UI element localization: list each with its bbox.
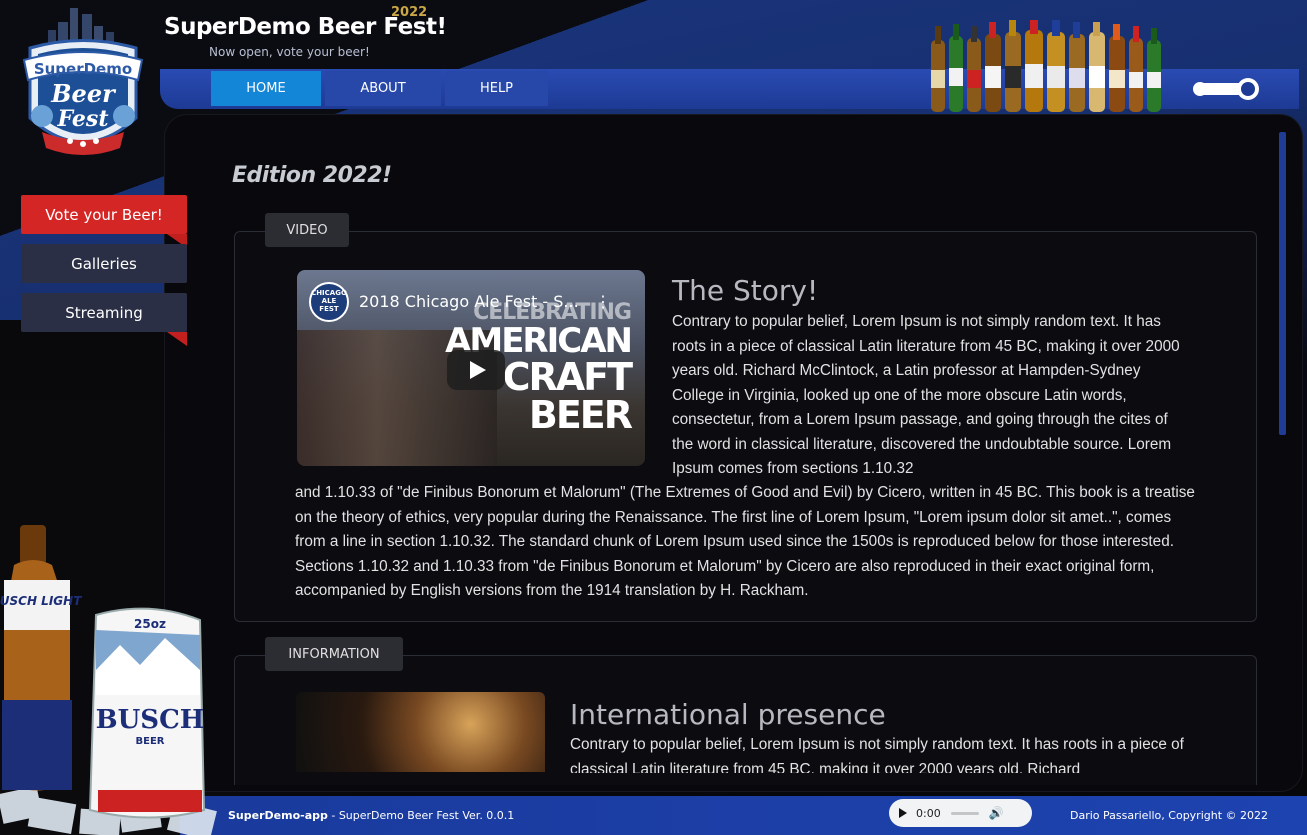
can-label: BUSCH: [96, 705, 205, 735]
more-vert-icon[interactable]: ⋮: [595, 292, 611, 312]
streaming-button[interactable]: Streaming: [21, 293, 187, 346]
overlay-line-4: BEER: [528, 393, 633, 437]
info-heading: International presence: [570, 698, 886, 731]
information-section-label: INFORMATION: [265, 637, 403, 671]
tab-about[interactable]: ABOUT: [325, 71, 441, 106]
vote-beer-button[interactable]: Vote your Beer!: [21, 195, 187, 248]
logo-text-3: Fest: [57, 106, 109, 132]
info-text: Contrary to popular belief, Lorem Ipsum …: [570, 736, 1184, 773]
beer-tap-image: [296, 692, 545, 772]
footer-app-info: SuperDemo-app - SuperDemo Beer Fest Ver.…: [228, 809, 514, 822]
video-section-label: VIDEO: [265, 213, 349, 247]
logo-graphic: SuperDemo Beer Fest: [22, 8, 144, 155]
video-player[interactable]: CELEBRATING AMERICAN CRAFT BEER CHICAGO …: [297, 270, 645, 466]
logo-text-1: SuperDemo: [34, 60, 132, 78]
footer-version: - SuperDemo Beer Fest Ver. 0.0.1: [327, 809, 515, 822]
content-scrollbar[interactable]: [1279, 132, 1286, 435]
audio-player[interactable]: 0:00 🔊: [889, 799, 1032, 827]
galleries-button[interactable]: Galleries: [21, 244, 187, 283]
bottle-label: BUSCH LIGHT: [0, 594, 82, 608]
story-heading: The Story!: [672, 274, 819, 307]
theme-toggle[interactable]: [1192, 74, 1264, 104]
audio-time: 0:00: [916, 806, 941, 820]
fest-logo[interactable]: SuperDemo Beer Fest: [20, 8, 146, 168]
volume-icon[interactable]: 🔊: [989, 806, 1004, 820]
vote-beer-label: Vote your Beer!: [45, 205, 163, 224]
video-title[interactable]: 2018 Chicago Ale Fest - S...: [359, 292, 579, 311]
footer-copyright: Dario Passariello, Copyright © 2022: [1070, 809, 1269, 822]
can-sublabel: BEER: [136, 736, 165, 747]
video-channel-avatar[interactable]: CHICAGO ALE FEST: [309, 282, 349, 322]
can-size: 25oz: [134, 617, 166, 631]
beer-bottles-banner: [931, 20, 1161, 112]
footer-app-name: SuperDemo-app: [228, 809, 328, 822]
audio-play-icon[interactable]: [899, 808, 907, 818]
site-subtitle: Now open, vote your beer!: [209, 45, 370, 59]
busch-beer-illustration: BUSCH LIGHT 25oz BUSCH BEER: [0, 525, 217, 835]
tab-help[interactable]: HELP: [445, 71, 548, 106]
story-text-continued: and 1.10.33 of "de Finibus Bonorum et Ma…: [295, 484, 1195, 599]
year-badge: 2022: [391, 5, 428, 20]
audio-progress-slider[interactable]: [950, 811, 979, 815]
logo-text-2: Beer: [50, 79, 117, 108]
play-icon[interactable]: [447, 350, 505, 390]
galleries-label: Galleries: [71, 254, 137, 273]
button-corner-decoration: [167, 332, 187, 346]
story-text: Contrary to popular belief, Lorem Ipsum …: [672, 313, 1180, 477]
streaming-label: Streaming: [65, 303, 143, 322]
tab-home[interactable]: HOME: [211, 71, 321, 106]
edition-title: Edition 2022!: [232, 163, 392, 188]
